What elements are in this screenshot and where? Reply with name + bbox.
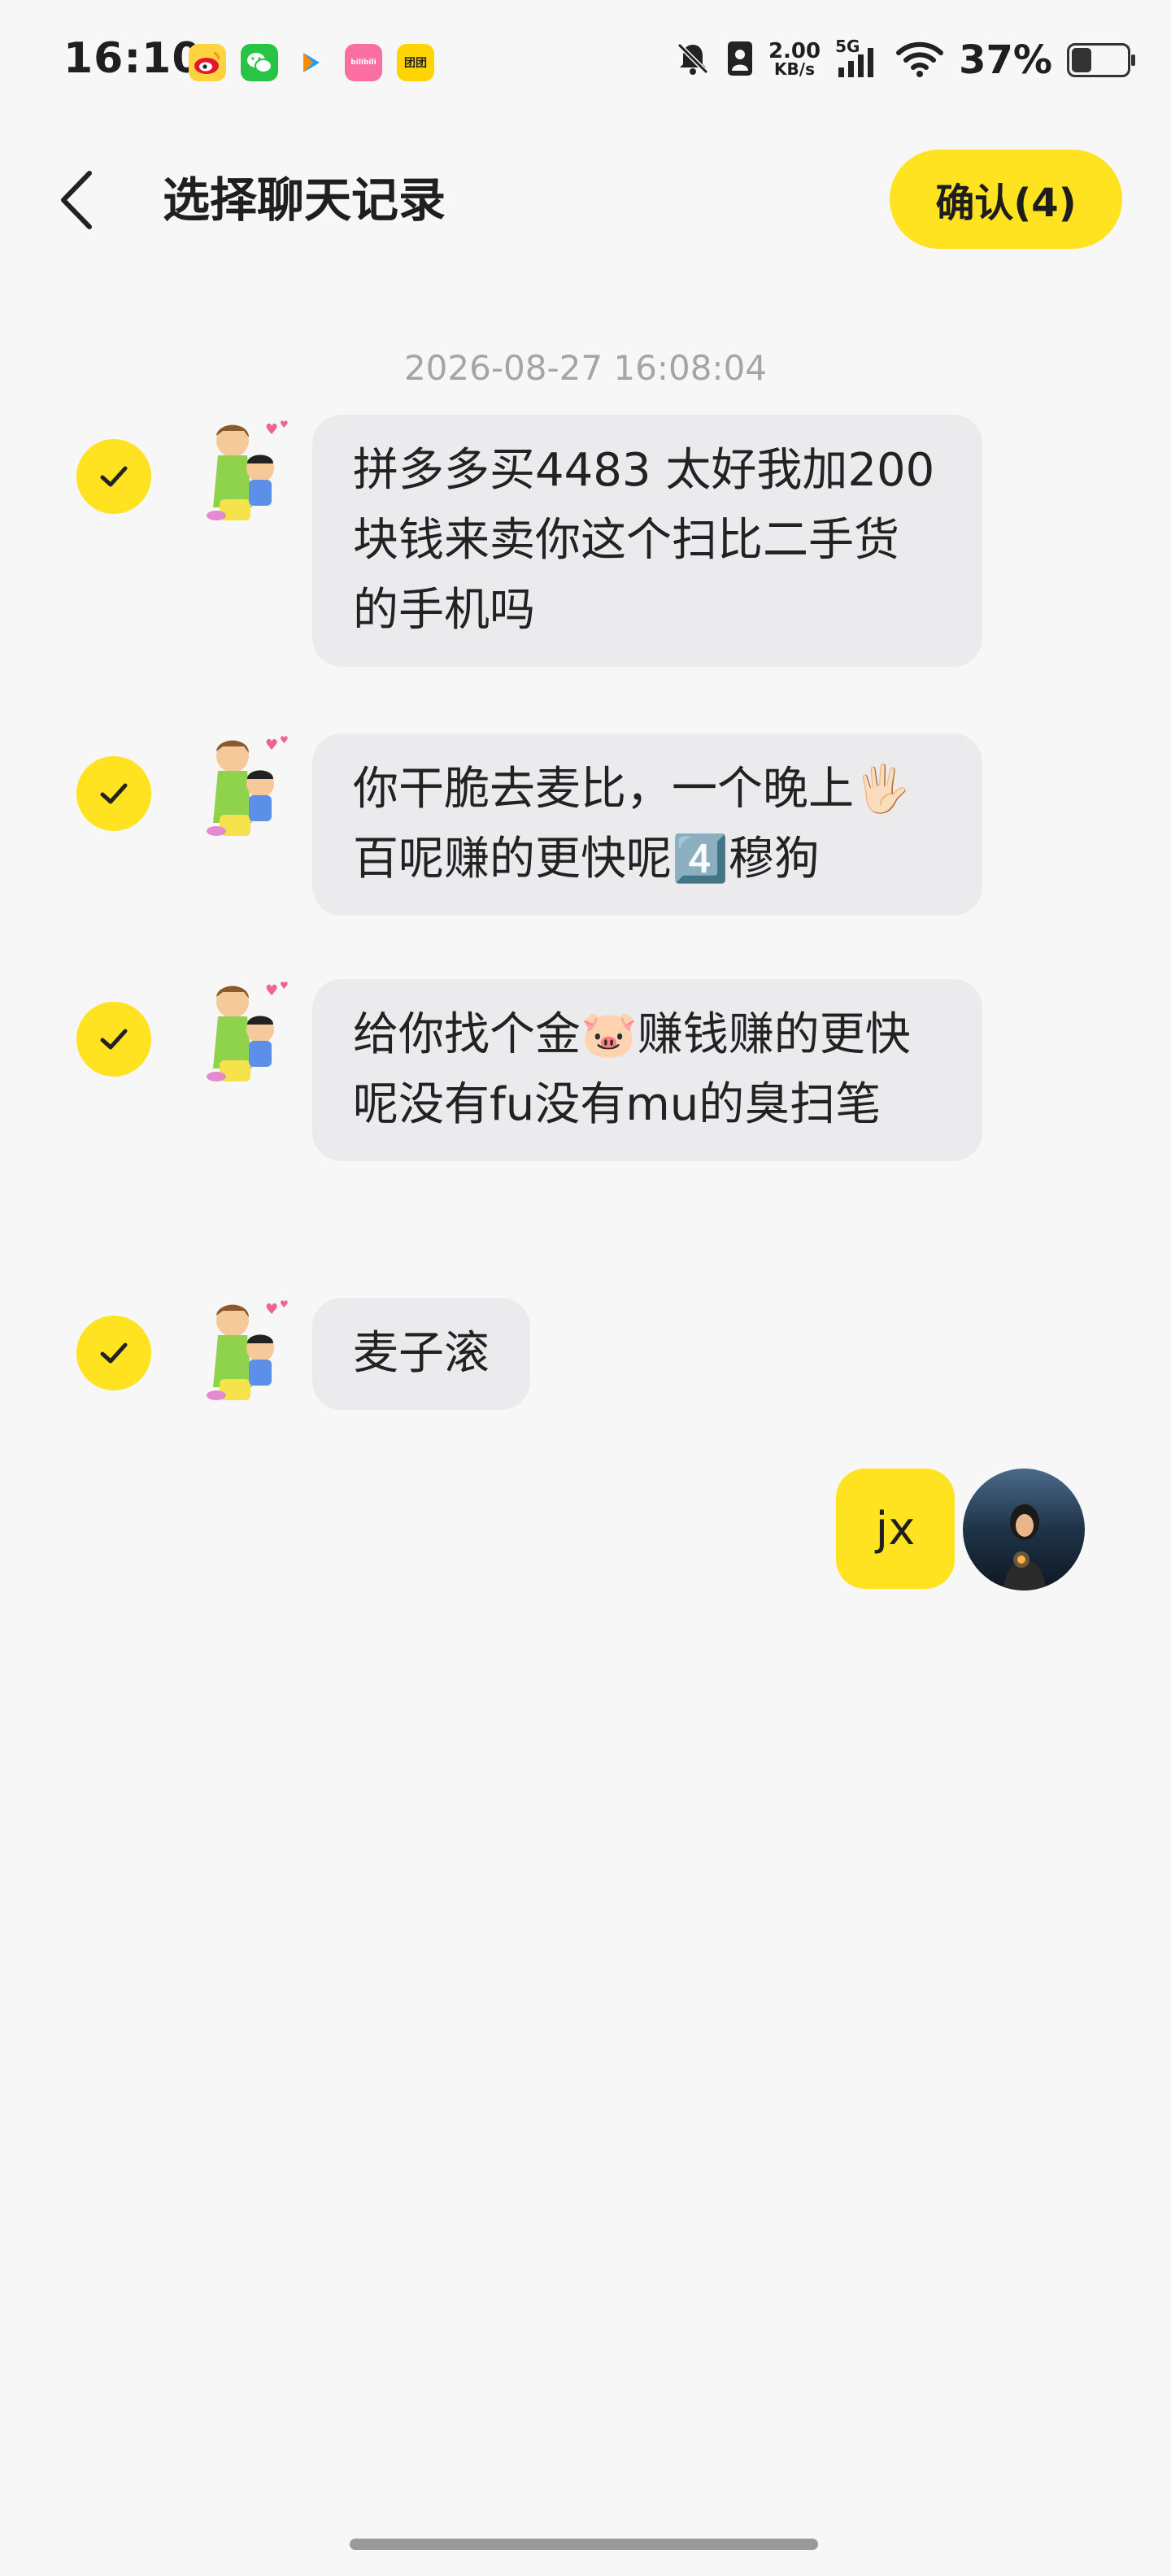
svg-text:♥: ♥	[280, 1299, 289, 1310]
wifi-icon	[895, 38, 944, 82]
own-avatar[interactable]	[963, 1469, 1085, 1590]
battery-fill	[1072, 48, 1091, 72]
selected-check-icon[interactable]	[76, 1316, 151, 1390]
wechat-icon	[241, 44, 278, 81]
chat-timestamp: 2026-08-27 16:08:04	[403, 348, 768, 388]
confirm-button[interactable]: 确认(4)	[890, 150, 1122, 249]
weibo-icon	[189, 44, 226, 81]
net-speed-unit: KB/s	[774, 59, 815, 79]
video-icon	[293, 44, 330, 81]
contact-avatar[interactable]: ♥ ♥	[195, 1298, 301, 1412]
message-row[interactable]: ♥ ♥ 你干脆去麦比，一个晚上🖐🏻百呢赚的更快呢4️⃣穆狗	[0, 733, 1171, 937]
status-bar: 16:10 bilibili 团团 2.00 KB/s 5G 37%	[0, 0, 1171, 130]
message-row[interactable]: ♥ ♥ 给你找个金🐷赚钱赚的更快呢没有fu没有mu的臭扫笔	[0, 979, 1171, 1247]
notification-app-icons: bilibili 团团	[189, 44, 434, 81]
status-right-indicators: 2.00 KB/s 5G 37%	[674, 37, 1135, 83]
contact-avatar[interactable]: ♥ ♥	[195, 979, 301, 1093]
message-bubble[interactable]: 给你找个金🐷赚钱赚的更快呢没有fu没有mu的臭扫笔	[312, 979, 982, 1161]
svg-text:♥: ♥	[280, 419, 289, 430]
contact-avatar[interactable]: ♥ ♥	[195, 418, 301, 532]
message-row[interactable]: ♥ ♥ 麦子滚	[0, 1298, 1171, 1428]
status-time: 16:10	[63, 34, 202, 83]
selected-check-icon[interactable]	[76, 756, 151, 831]
back-button[interactable]	[49, 168, 106, 233]
svg-text:♥: ♥	[280, 980, 289, 991]
signal-bars-icon	[838, 48, 874, 77]
selected-check-icon[interactable]	[76, 1002, 151, 1077]
mute-bell-icon	[674, 40, 712, 80]
svg-text:♥: ♥	[280, 734, 289, 746]
chevron-left-icon	[61, 171, 92, 229]
net-speed-value: 2.00	[768, 39, 821, 63]
signal-indicator: 5G	[835, 37, 881, 80]
message-bubble[interactable]: 麦子滚	[312, 1298, 530, 1410]
bilibili-icon: bilibili	[345, 44, 382, 81]
battery-icon	[1067, 43, 1135, 77]
tuantuan-icon: 团团	[397, 44, 434, 81]
header: 选择聊天记录 确认(4)	[0, 138, 1171, 260]
svg-text:♥: ♥	[265, 421, 278, 438]
contact-card-icon	[726, 40, 754, 80]
svg-text:♥: ♥	[265, 982, 278, 999]
home-indicator[interactable]	[350, 2539, 818, 2550]
message-bubble[interactable]: 你干脆去麦比，一个晚上🖐🏻百呢赚的更快呢4️⃣穆狗	[312, 733, 982, 916]
message-row[interactable]: ♥ ♥ 拼多多买4483 太好我加200块钱来卖你这个扫比二手货的手机吗	[0, 415, 1171, 683]
selected-check-icon[interactable]	[76, 439, 151, 514]
message-bubble[interactable]: 拼多多买4483 太好我加200块钱来卖你这个扫比二手货的手机吗	[312, 415, 982, 667]
contact-avatar[interactable]: ♥ ♥	[195, 733, 301, 847]
battery-percent: 37%	[959, 37, 1052, 83]
net-speed: 2.00 KB/s	[768, 39, 821, 79]
svg-text:♥: ♥	[265, 737, 278, 754]
own-message-bubble[interactable]: jx	[836, 1469, 955, 1589]
page-title: 选择聊天记录	[163, 172, 446, 228]
svg-text:♥: ♥	[265, 1301, 278, 1318]
